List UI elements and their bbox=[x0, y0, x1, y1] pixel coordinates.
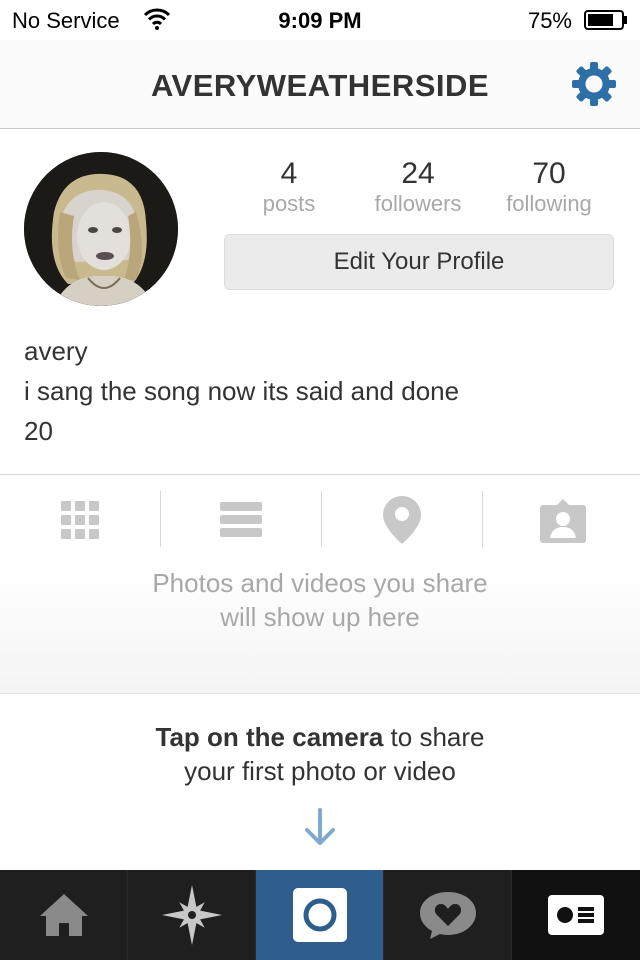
bottom-tab-bar bbox=[0, 870, 640, 960]
tab-tagged-view[interactable] bbox=[483, 475, 640, 565]
posts-label: posts bbox=[262, 191, 316, 216]
avatar-photo bbox=[24, 152, 178, 306]
posts-count: 4 bbox=[280, 157, 298, 190]
bio-text: i sang the song now its said and done bbox=[24, 376, 460, 406]
tagged-photos-icon bbox=[540, 499, 586, 543]
status-bar: No Service 9:09 PM 75% bbox=[0, 0, 640, 40]
grid-icon bbox=[61, 501, 99, 539]
arrow-down-icon bbox=[305, 808, 335, 845]
edit-profile-button[interactable]: Edit Your Profile bbox=[224, 234, 614, 290]
profile-icon bbox=[548, 895, 604, 935]
empty-state-message: Photos and videos you share will show up… bbox=[0, 566, 640, 634]
map-pin-icon bbox=[383, 496, 421, 544]
battery-percent: 75% bbox=[527, 8, 572, 33]
empty-state-line-1: Photos and videos you share bbox=[152, 568, 488, 598]
page-title: AVERYWEATHERSIDE bbox=[150, 68, 490, 103]
tab-grid-view[interactable] bbox=[0, 475, 160, 565]
posts-stat[interactable]: 4 posts bbox=[224, 157, 354, 217]
following-stat[interactable]: 70 following bbox=[484, 157, 614, 217]
profile-name: avery bbox=[24, 336, 88, 366]
camera-tip-bold: Tap on the camera bbox=[155, 722, 384, 752]
tab-list-view[interactable] bbox=[161, 475, 321, 565]
following-count: 70 bbox=[532, 157, 566, 190]
bio-text-line-2: 20 bbox=[24, 416, 53, 446]
activity-icon bbox=[419, 892, 476, 939]
tab-camera[interactable] bbox=[256, 870, 384, 960]
avatar[interactable] bbox=[24, 152, 178, 306]
tab-activity[interactable] bbox=[384, 870, 512, 960]
tab-home[interactable] bbox=[0, 870, 128, 960]
camera-icon bbox=[292, 888, 347, 942]
followers-stat[interactable]: 24 followers bbox=[353, 157, 483, 217]
tab-map-view[interactable] bbox=[322, 475, 482, 565]
empty-state-line-2: will show up here bbox=[220, 602, 420, 632]
camera-tip: Tap on the camera to share your first ph… bbox=[0, 720, 640, 788]
explore-icon bbox=[161, 885, 222, 945]
camera-tip-line-2: your first photo or video bbox=[184, 756, 456, 786]
battery-icon bbox=[584, 10, 627, 30]
profile-header: AVERYWEATHERSIDE bbox=[0, 40, 640, 129]
followers-label: followers bbox=[374, 191, 462, 216]
list-icon bbox=[220, 502, 262, 537]
home-icon bbox=[39, 894, 88, 936]
profile-view-tabs bbox=[0, 474, 640, 566]
tab-explore[interactable] bbox=[128, 870, 256, 960]
tab-profile[interactable] bbox=[512, 870, 640, 960]
camera-tip-rest: to share bbox=[383, 722, 485, 752]
settings-gear-icon[interactable] bbox=[570, 60, 618, 108]
followers-count: 24 bbox=[401, 157, 435, 190]
following-label: following bbox=[506, 191, 592, 216]
